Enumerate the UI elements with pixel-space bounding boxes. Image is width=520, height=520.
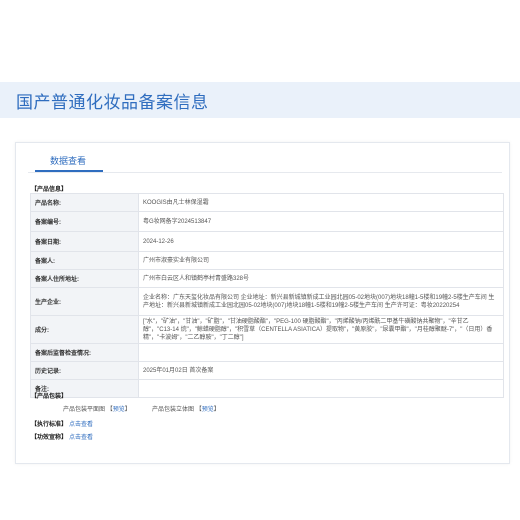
section-efficacy: 【功效宣称】	[31, 435, 68, 441]
page-title: 国产普通化妆品备案信息	[16, 93, 209, 112]
flat-preview-link[interactable]: 预览	[113, 407, 125, 413]
tab-data-view[interactable]: 数据查看	[50, 154, 86, 167]
table-row: 备案人: 广州市淑豪实业有限公司	[30, 251, 504, 270]
table-row: 产品名称: KOOGIS由凡士林保湿霜	[30, 193, 504, 212]
inspection-value	[138, 343, 504, 362]
solid-preview-link[interactable]: 预览	[202, 407, 214, 413]
product-info-table: 产品名称: KOOGIS由凡士林保湿霜 备案编号: 粤G妆网备字20245138…	[30, 193, 504, 398]
table-row: 生产企业: 企业名称：广东天玺化妆品有限公司 企业地址：新兴县新城镇新成工业园北…	[30, 287, 504, 316]
table-row: 备案编号: 粤G妆网备字2024513847	[30, 211, 504, 232]
efficacy-view-link[interactable]: 点击查看	[69, 432, 93, 441]
row-label: 备案人:	[30, 251, 139, 270]
bracket-close: 】	[213, 407, 220, 413]
packaging-flat: 产品包装平面图 【预览】	[63, 404, 131, 413]
row-label: 备案人住所地址:	[30, 269, 139, 288]
table-row: 备案后监督检查情况:	[30, 343, 504, 362]
row-label: 产品名称:	[30, 193, 139, 212]
table-row: 备案日期: 2024-12-26	[30, 231, 504, 252]
row-label: 历史记录:	[30, 361, 139, 380]
header-banner: 国产普通化妆品备案信息	[0, 82, 520, 118]
exec-standard-view-link[interactable]: 点击查看	[69, 419, 93, 428]
section-packaging: 【产品包装】	[31, 394, 68, 400]
row-label: 备案后监督检查情况:	[30, 343, 139, 362]
packaging-solid: 产品包装立体图 【预览】	[152, 404, 220, 413]
row-label: 备案日期:	[30, 231, 139, 252]
product-name-value: KOOGIS由凡士林保湿霜	[138, 193, 504, 212]
table-row: 历史记录: 2025年01月02日 首次备案	[30, 361, 504, 380]
registration-number-value: 粤G妆网备字2024513847	[138, 211, 504, 232]
table-row: 备案人住所地址: 广州市白云区人和镇鹤亭村青盛路328号	[30, 269, 504, 288]
manufacturer-value: 企业名称：广东天玺化妆品有限公司 企业地址：新兴县新城镇新成工业园北园05-02…	[138, 287, 504, 316]
registration-date-value: 2024-12-26	[138, 231, 504, 252]
section-exec-standard: 【执行标准】	[31, 422, 68, 428]
row-label: 成分:	[30, 315, 139, 344]
row-label: 备案编号:	[30, 211, 139, 232]
section-product-info: 【产品信息】	[31, 187, 68, 193]
registrant-value: 广州市淑豪实业有限公司	[138, 251, 504, 270]
tab-divider	[28, 172, 502, 173]
packaging-flat-label: 产品包装平面图	[63, 407, 106, 413]
ingredients-value: ["水"，"矿油"，"甘油"，"矿脂"，"甘油硬脂酸酯"，"PEG-100 硬脂…	[138, 315, 504, 344]
table-row: 备注:	[30, 379, 504, 398]
table-row: 成分: ["水"，"矿油"，"甘油"，"矿脂"，"甘油硬脂酸酯"，"PEG-10…	[30, 315, 504, 344]
registrant-address-value: 广州市白云区人和镇鹤亭村青盛路328号	[138, 269, 504, 288]
packaging-solid-label: 产品包装立体图	[152, 407, 195, 413]
bracket-close: 】	[124, 407, 131, 413]
row-label: 生产企业:	[30, 287, 139, 316]
remarks-value	[138, 379, 504, 398]
history-value: 2025年01月02日 首次备案	[138, 361, 504, 380]
